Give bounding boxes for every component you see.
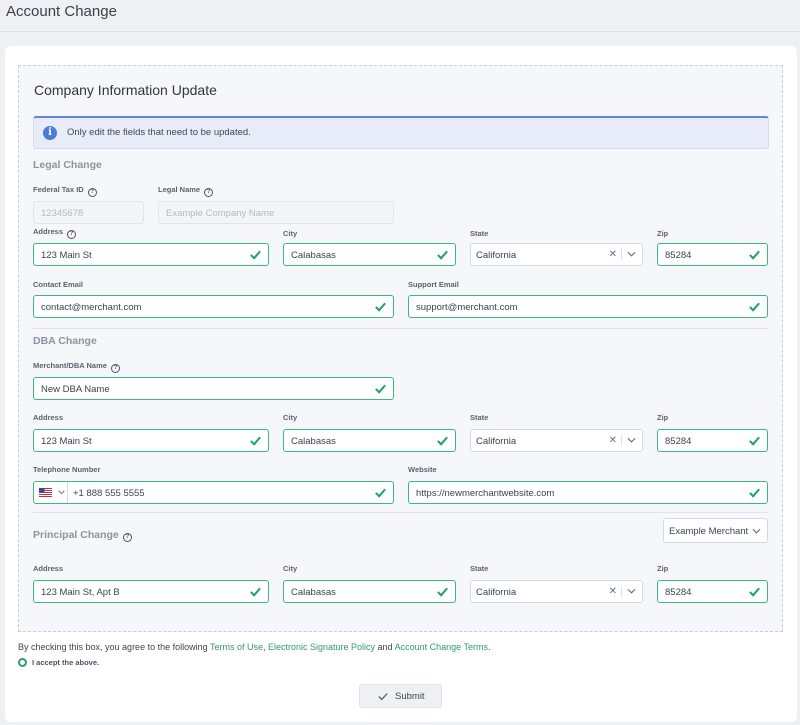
dba-section-title: DBA Change: [33, 335, 97, 347]
clear-icon[interactable]: ✕: [609, 586, 617, 597]
info-icon: i: [43, 126, 57, 140]
chevron-down-icon: [752, 528, 761, 534]
federal-tax-id-label: Federal Tax ID?: [33, 185, 97, 197]
chevron-down-icon: [627, 251, 636, 257]
contact-email-label: Contact Email: [33, 280, 84, 289]
legal-zip-label: Zip: [657, 229, 669, 238]
principal-zip-input[interactable]: 85284: [657, 580, 768, 603]
info-banner: i Only edit the fields that need to be u…: [33, 116, 769, 149]
esign-policy-link[interactable]: Electronic Signature Policy: [268, 642, 375, 652]
check-icon: [437, 587, 448, 597]
check-icon: [375, 384, 386, 394]
website-label: Website: [408, 465, 437, 474]
check-icon: [250, 250, 261, 260]
legal-address-label: Address?: [33, 227, 77, 239]
support-email-label: Support Email: [408, 280, 459, 289]
principal-zip-label: Zip: [657, 564, 669, 573]
check-icon: [437, 250, 448, 260]
accept-radio[interactable]: [18, 658, 27, 667]
panel-title: Company Information Update: [34, 82, 217, 98]
legal-zip-input[interactable]: 85284: [657, 243, 768, 266]
dba-state-select[interactable]: California ✕: [470, 429, 643, 452]
legal-city-label: City: [283, 229, 298, 238]
chevron-down-icon: [58, 490, 65, 495]
us-flag-icon: [39, 488, 52, 497]
check-icon: [378, 693, 388, 701]
help-icon[interactable]: ?: [204, 188, 214, 197]
dba-address-label: Address: [33, 413, 64, 422]
submit-button[interactable]: Submit: [359, 684, 442, 708]
check-icon: [749, 250, 760, 260]
legal-name-label: Legal Name?: [158, 185, 214, 197]
dba-zip-input[interactable]: 85284: [657, 429, 768, 452]
federal-tax-id-input[interactable]: 12345678: [33, 201, 144, 224]
legal-state-select[interactable]: California ✕: [470, 243, 643, 266]
legal-state-label: State: [470, 229, 489, 238]
clear-icon[interactable]: ✕: [609, 249, 617, 260]
chevron-down-icon: [627, 588, 636, 594]
check-icon: [749, 488, 760, 498]
chevron-down-icon: [627, 437, 636, 443]
telephone-label: Telephone Number: [33, 465, 101, 474]
principal-state-select[interactable]: California ✕: [470, 580, 643, 603]
clear-icon[interactable]: ✕: [609, 435, 617, 446]
dba-zip-label: Zip: [657, 413, 669, 422]
check-icon: [250, 436, 261, 446]
principal-state-label: State: [470, 564, 489, 573]
telephone-input[interactable]: +1 888 555 5555: [33, 481, 394, 504]
country-code-select[interactable]: [34, 482, 68, 503]
accept-label: I accept the above.: [32, 658, 100, 667]
help-icon[interactable]: ?: [67, 230, 77, 239]
info-text: Only edit the fields that need to be upd…: [67, 127, 251, 138]
contact-email-input[interactable]: contact@merchant.com: [33, 295, 394, 318]
section-divider: [33, 512, 769, 513]
help-icon[interactable]: ?: [122, 533, 132, 542]
support-email-input[interactable]: support@merchant.com: [408, 295, 768, 318]
terms-of-use-link[interactable]: Terms of Use: [210, 642, 263, 652]
check-icon: [437, 436, 448, 446]
page-title: Account Change: [6, 3, 117, 20]
legal-section-title: Legal Change: [33, 159, 102, 171]
principal-city-label: City: [283, 564, 298, 573]
account-change-terms-link[interactable]: Account Change Terms: [395, 642, 488, 652]
legal-city-input[interactable]: Calabasas: [283, 243, 456, 266]
principal-address-label: Address: [33, 564, 64, 573]
section-divider: [33, 328, 769, 329]
legal-name-input[interactable]: Example Company Name: [158, 201, 394, 224]
agreement-text: By checking this box, you agree to the f…: [18, 642, 491, 652]
form-panel: [18, 65, 783, 632]
dba-city-input[interactable]: Calabasas: [283, 429, 456, 452]
help-icon[interactable]: ?: [87, 188, 97, 197]
check-icon: [749, 436, 760, 446]
check-icon: [375, 302, 386, 312]
check-icon: [250, 587, 261, 597]
check-icon: [749, 587, 760, 597]
check-icon: [749, 302, 760, 312]
principal-merchant-select[interactable]: Example Merchant: [663, 518, 768, 543]
merchant-dba-name-label: Merchant/DBA Name?: [33, 361, 120, 373]
check-icon: [375, 488, 386, 498]
page-header: Account Change: [0, 0, 800, 32]
website-input[interactable]: https://newmerchantwebsite.com: [408, 481, 768, 504]
help-icon[interactable]: ?: [110, 364, 120, 373]
dba-city-label: City: [283, 413, 298, 422]
dba-state-label: State: [470, 413, 489, 422]
legal-address-input[interactable]: 123 Main St: [33, 243, 269, 266]
dba-address-input[interactable]: 123 Main St: [33, 429, 269, 452]
principal-address-input[interactable]: 123 Main St, Apt B: [33, 580, 269, 603]
principal-section-title: Principal Change?: [33, 529, 132, 542]
merchant-dba-name-input[interactable]: New DBA Name: [33, 377, 394, 400]
principal-city-input[interactable]: Calabasas: [283, 580, 456, 603]
